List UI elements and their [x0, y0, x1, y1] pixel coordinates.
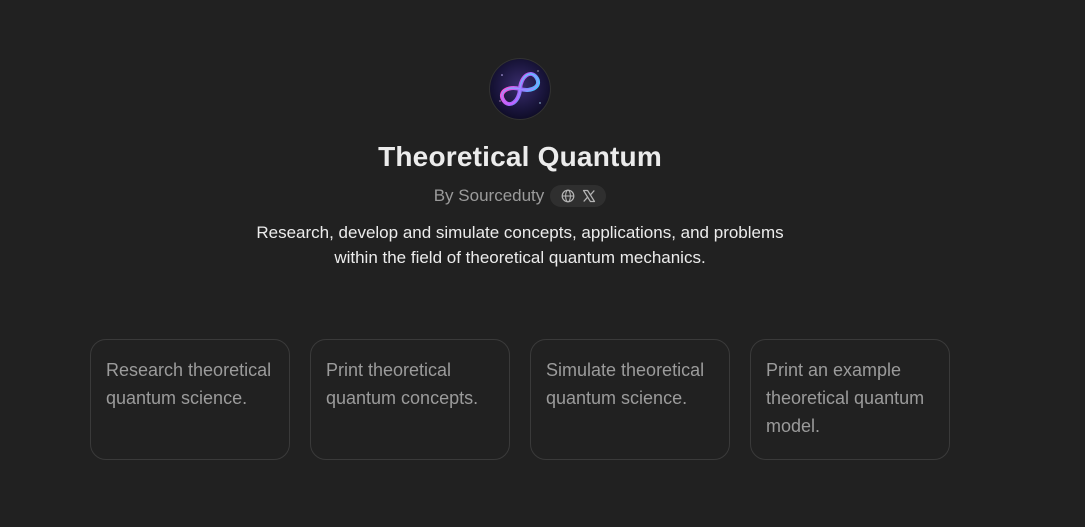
gpt-byline-row: By Sourceduty — [434, 185, 607, 207]
starter-card-3[interactable]: Simulate theoretical quantum science. — [530, 339, 730, 460]
gpt-description: Research, develop and simulate concepts,… — [256, 223, 784, 267]
starter-card-1[interactable]: Research theoretical quantum science. — [90, 339, 290, 460]
conversation-starters: Research theoretical quantum science. Pr… — [90, 339, 950, 460]
gpt-title: Theoretical Quantum — [378, 141, 662, 172]
social-links-pill — [550, 185, 607, 207]
gpt-landing: Theoretical Quantum By Sourceduty Resear… — [0, 0, 1085, 527]
starter-card-4[interactable]: Print an example theoretical quantum mod… — [750, 339, 950, 460]
gpt-avatar — [490, 59, 550, 119]
starter-card-2[interactable]: Print theoretical quantum concepts. — [310, 339, 510, 460]
x-logo-icon[interactable] — [581, 189, 596, 204]
gpt-author: By Sourceduty — [433, 186, 545, 205]
globe-icon[interactable] — [560, 189, 575, 204]
gpt-header: Theoretical Quantum By Sourceduty Resear… — [0, 0, 1040, 270]
